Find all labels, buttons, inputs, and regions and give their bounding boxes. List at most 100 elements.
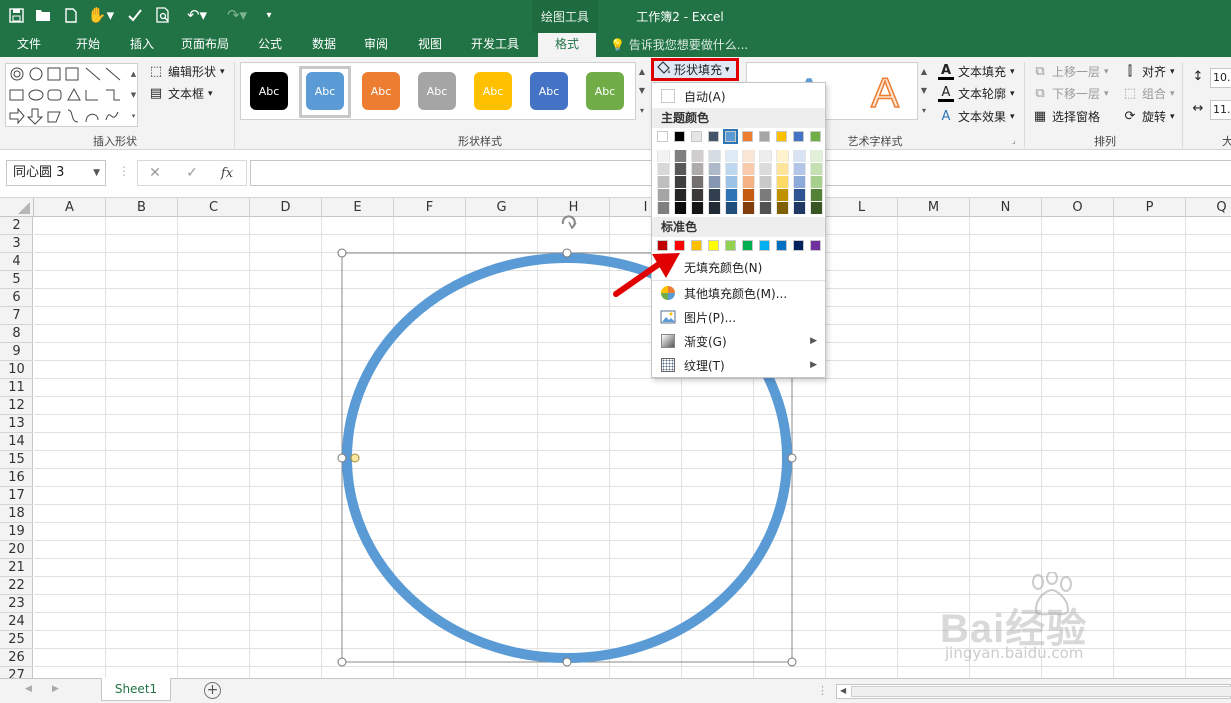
column-header-d[interactable]: D bbox=[250, 198, 322, 217]
theme-shade-swatch[interactable] bbox=[674, 150, 687, 162]
text-effects-button[interactable]: A 文本效果 ▾ bbox=[938, 108, 1015, 125]
spelling-icon[interactable] bbox=[124, 4, 146, 26]
column-header-b[interactable]: B bbox=[106, 198, 178, 217]
row-header-9[interactable]: 9 bbox=[0, 343, 33, 361]
theme-shade-swatch[interactable] bbox=[759, 163, 772, 175]
open-folder-icon[interactable] bbox=[32, 4, 54, 26]
theme-shade-swatch[interactable] bbox=[810, 150, 823, 162]
theme-shade-swatch[interactable] bbox=[674, 176, 687, 188]
theme-shade-swatch[interactable] bbox=[742, 176, 755, 188]
theme-shade-swatch[interactable] bbox=[793, 176, 806, 188]
wordart-scroll[interactable]: ▲ ▼ ▾ bbox=[918, 62, 930, 120]
theme-shade-swatch[interactable] bbox=[725, 176, 738, 188]
theme-shade-swatch[interactable] bbox=[742, 189, 755, 201]
theme-color-swatch-5[interactable] bbox=[742, 131, 753, 142]
theme-shade-swatch[interactable] bbox=[708, 189, 721, 201]
row-header-23[interactable]: 23 bbox=[0, 595, 33, 613]
shape-style-green[interactable]: Abc bbox=[586, 72, 624, 110]
theme-shade-swatch[interactable] bbox=[742, 150, 755, 162]
theme-shade-swatch[interactable] bbox=[691, 176, 704, 188]
shape-style-black[interactable]: Abc bbox=[250, 72, 288, 110]
new-file-icon[interactable] bbox=[60, 4, 82, 26]
tab-developer[interactable]: 开发工具 bbox=[462, 33, 528, 57]
tab-file[interactable]: 文件 bbox=[6, 33, 52, 57]
row-header-25[interactable]: 25 bbox=[0, 631, 33, 649]
theme-shade-swatch[interactable] bbox=[810, 163, 823, 175]
theme-shade-swatch[interactable] bbox=[725, 189, 738, 201]
theme-shade-swatch[interactable] bbox=[674, 202, 687, 214]
theme-shade-swatch[interactable] bbox=[657, 150, 670, 162]
theme-color-swatch-2[interactable] bbox=[691, 131, 702, 142]
column-header-q[interactable]: Q bbox=[1186, 198, 1231, 217]
row-header-21[interactable]: 21 bbox=[0, 559, 33, 577]
column-header-m[interactable]: M bbox=[898, 198, 970, 217]
theme-shade-swatch[interactable] bbox=[725, 202, 738, 214]
theme-shade-swatch[interactable] bbox=[759, 176, 772, 188]
row-header-10[interactable]: 10 bbox=[0, 361, 33, 379]
rotate-button[interactable]: ⟳ 旋转 ▾ bbox=[1122, 108, 1175, 125]
name-box[interactable]: 同心圆 3 ▼ bbox=[6, 160, 106, 186]
theme-shade-swatch[interactable] bbox=[793, 189, 806, 201]
save-icon[interactable] bbox=[5, 4, 27, 26]
select-all-corner[interactable] bbox=[0, 198, 34, 217]
horizontal-scrollbar[interactable]: ◀ bbox=[836, 684, 1231, 699]
textbox-button[interactable]: ▤ 文本框 ▾ bbox=[148, 85, 213, 102]
theme-shade-swatch[interactable] bbox=[810, 176, 823, 188]
tab-review[interactable]: 审阅 bbox=[354, 33, 398, 57]
tab-split-grip-icon[interactable]: ⋮ bbox=[817, 684, 828, 697]
theme-color-swatch-7[interactable] bbox=[776, 131, 787, 142]
theme-shade-swatch[interactable] bbox=[793, 150, 806, 162]
row-header-2[interactable]: 2 bbox=[0, 217, 33, 235]
theme-shade-swatch[interactable] bbox=[708, 150, 721, 162]
column-header-n[interactable]: N bbox=[970, 198, 1042, 217]
scroll-left-arrow-icon[interactable]: ◀ bbox=[840, 686, 846, 695]
theme-color-swatch-0[interactable] bbox=[657, 131, 668, 142]
shapes-gallery-scroll[interactable]: ▲ ▼ ▾ bbox=[129, 64, 138, 126]
theme-shade-swatch[interactable] bbox=[657, 189, 670, 201]
theme-shade-swatch[interactable] bbox=[793, 202, 806, 214]
name-box-dropdown-icon[interactable]: ▼ bbox=[93, 161, 100, 185]
standard-color-swatch-2[interactable] bbox=[691, 240, 702, 251]
standard-color-swatch-7[interactable] bbox=[776, 240, 787, 251]
tab-home[interactable]: 开始 bbox=[64, 33, 112, 57]
tell-me-box[interactable]: 💡 告诉我您想要做什么... bbox=[610, 33, 748, 57]
tab-view[interactable]: 视图 bbox=[408, 33, 452, 57]
shape-height-input[interactable]: 10. bbox=[1210, 68, 1231, 88]
column-header-c[interactable]: C bbox=[178, 198, 250, 217]
theme-shade-swatch[interactable] bbox=[657, 163, 670, 175]
standard-color-swatch-8[interactable] bbox=[793, 240, 804, 251]
theme-shade-swatch[interactable] bbox=[759, 202, 772, 214]
row-header-19[interactable]: 19 bbox=[0, 523, 33, 541]
theme-shade-swatch[interactable] bbox=[691, 163, 704, 175]
column-header-a[interactable]: A bbox=[34, 198, 106, 217]
tab-format[interactable]: 格式 bbox=[538, 33, 596, 57]
row-header-7[interactable]: 7 bbox=[0, 307, 33, 325]
theme-shade-swatch[interactable] bbox=[657, 202, 670, 214]
theme-shade-swatch[interactable] bbox=[691, 189, 704, 201]
edit-shape-button[interactable]: ⬚ 编辑形状 ▾ bbox=[148, 63, 225, 80]
row-header-26[interactable]: 26 bbox=[0, 649, 33, 667]
shape-style-dark-blue[interactable]: Abc bbox=[530, 72, 568, 110]
theme-shade-swatch[interactable] bbox=[708, 163, 721, 175]
tab-page-layout[interactable]: 页面布局 bbox=[172, 33, 238, 57]
sheet-tab-sheet1[interactable]: Sheet1 bbox=[101, 678, 171, 701]
row-header-20[interactable]: 20 bbox=[0, 541, 33, 559]
row-header-17[interactable]: 17 bbox=[0, 487, 33, 505]
row-header-22[interactable]: 22 bbox=[0, 577, 33, 595]
theme-shade-swatch[interactable] bbox=[742, 163, 755, 175]
tab-insert[interactable]: 插入 bbox=[118, 33, 166, 57]
theme-shade-swatch[interactable] bbox=[776, 150, 789, 162]
shapes-gallery[interactable] bbox=[5, 63, 138, 127]
theme-color-swatch-1[interactable] bbox=[674, 131, 685, 142]
standard-color-swatch-9[interactable] bbox=[810, 240, 821, 251]
row-header-14[interactable]: 14 bbox=[0, 433, 33, 451]
theme-shade-swatch[interactable] bbox=[810, 202, 823, 214]
row-header-5[interactable]: 5 bbox=[0, 271, 33, 289]
row-header-4[interactable]: 4 bbox=[0, 253, 33, 271]
column-header-l[interactable]: L bbox=[826, 198, 898, 217]
print-preview-icon[interactable] bbox=[152, 4, 174, 26]
theme-shade-swatch[interactable] bbox=[725, 150, 738, 162]
theme-shade-swatch[interactable] bbox=[708, 176, 721, 188]
tab-formulas[interactable]: 公式 bbox=[248, 33, 292, 57]
standard-color-swatch-6[interactable] bbox=[759, 240, 770, 251]
